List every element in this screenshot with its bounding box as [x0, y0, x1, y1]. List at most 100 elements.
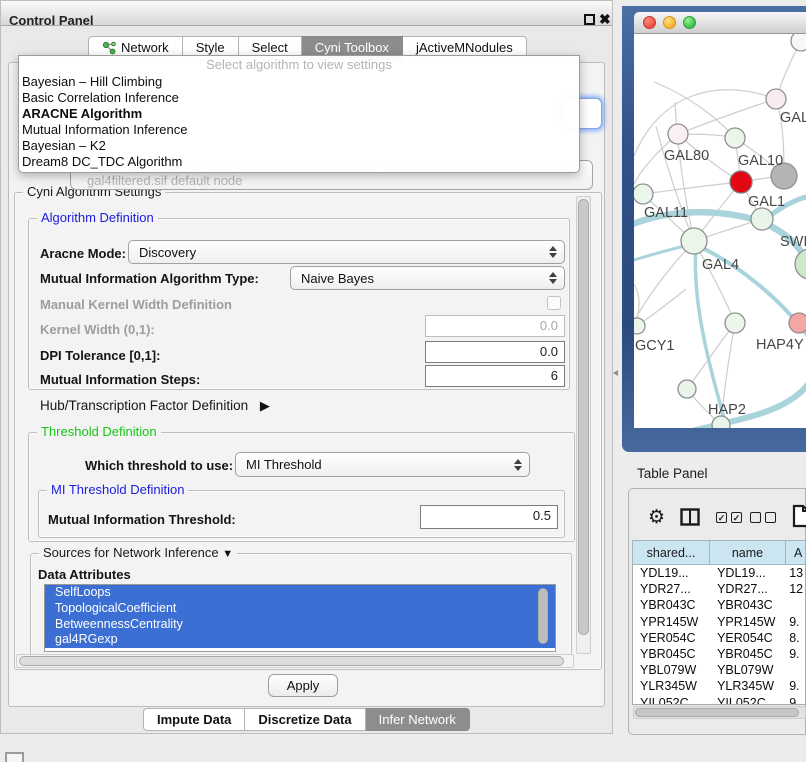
dpi-tolerance-label: DPI Tolerance [0,1]: [40, 348, 160, 363]
node-label: SWI4 [780, 234, 806, 250]
node-label: HAP4 [756, 337, 794, 353]
node[interactable] [725, 128, 745, 148]
node-table[interactable]: shared... name A YDL19...YDL19...13 YDR2… [632, 540, 806, 705]
import-table-icon[interactable] [792, 504, 806, 528]
close-icon[interactable]: ✖ [599, 11, 611, 28]
network-node-labels: GAL GAL80 GAL10 GAL1 GAL11 GAL4 SWI4 GCY… [635, 110, 806, 418]
dropdown-item[interactable]: Dream8 DC_TDC Algorithm [19, 154, 579, 170]
gear-icon[interactable]: ⚙ [648, 506, 665, 528]
mi-threshold-group-title: MI Threshold Definition [47, 482, 188, 497]
dropdown-item[interactable]: Bayesian – Hill Climbing [19, 74, 579, 90]
node-label: GAL4 [702, 257, 739, 273]
table-row[interactable]: YDR27...YDR27...12 [633, 581, 805, 597]
tab-discretize-data[interactable]: Discretize Data [245, 708, 365, 731]
settings-hscrollbar[interactable] [16, 654, 574, 668]
mi-steps-label: Mutual Information Steps: [40, 372, 200, 387]
node[interactable] [751, 208, 773, 230]
list-item[interactable]: BetweennessCentrality [45, 617, 555, 633]
network-icon [102, 41, 116, 55]
node-label: GAL11 [644, 205, 688, 221]
hub-definition-expander[interactable]: Hub/Transcription Factor Definition ▶ [40, 398, 270, 414]
aracne-mode-label: Aracne Mode: [40, 246, 126, 261]
dropdown-item[interactable]: Bayesian – K2 [19, 138, 579, 154]
kernel-width-field[interactable]: 0.0 [425, 315, 565, 337]
manual-kernel-checkbox[interactable] [547, 296, 561, 310]
algorithm-dropdown-popup: Select algorithm to view settings Bayesi… [18, 55, 580, 173]
apply-button[interactable]: Apply [268, 674, 338, 697]
tab-impute-data[interactable]: Impute Data [143, 708, 245, 731]
table-row[interactable]: YBR043CYBR043C [633, 597, 805, 613]
float-window-icon[interactable] [584, 14, 595, 25]
node[interactable] [681, 228, 707, 254]
table-row[interactable]: YER054CYER054C8. [633, 630, 805, 646]
node[interactable] [766, 89, 786, 109]
deselect-all-columns-icon[interactable] [750, 512, 776, 523]
node[interactable] [789, 313, 806, 333]
table-header-row: shared... name A [632, 540, 806, 565]
column-header[interactable]: name [710, 540, 786, 565]
mi-steps-field[interactable]: 6 [425, 365, 565, 387]
settings-vscrollbar[interactable] [576, 196, 591, 654]
column-header[interactable]: A [786, 540, 806, 565]
table-body[interactable]: YDL19...YDL19...13 YDR27...YDR27...12 YB… [632, 565, 806, 705]
table-row[interactable]: YPR145WYPR145W9. [633, 614, 805, 630]
settings-hscrollbar-thumb[interactable] [19, 656, 564, 666]
node[interactable] [791, 34, 806, 51]
sources-group-title[interactable]: Sources for Network Inference ▼ [39, 545, 237, 560]
table-hscrollbar-thumb[interactable] [635, 708, 799, 717]
node[interactable] [795, 249, 806, 279]
node-label: GAL1 [748, 194, 785, 210]
node[interactable] [678, 380, 696, 398]
aracne-mode-combo[interactable]: Discovery [128, 240, 565, 264]
bottom-tab-bar: Impute Data Discretize Data Infer Networ… [143, 708, 470, 731]
network-graph: GAL GAL80 GAL10 GAL1 GAL11 GAL4 SWI4 GCY… [634, 34, 806, 428]
which-threshold-label: Which threshold to use: [85, 458, 233, 473]
mi-threshold-field[interactable]: 0.5 [420, 505, 558, 529]
table-row[interactable]: YDL19...YDL19...13 [633, 565, 805, 581]
manual-kernel-label: Manual Kernel Width Definition [40, 297, 232, 312]
dpi-tolerance-field[interactable]: 0.0 [425, 341, 565, 363]
settings-vscrollbar-thumb[interactable] [578, 199, 589, 635]
node[interactable] [634, 184, 653, 204]
close-traffic-light-icon[interactable] [643, 16, 656, 29]
mi-type-combo[interactable]: Naive Bayes [290, 266, 565, 290]
node-label: GAL [780, 110, 806, 126]
minimized-panel-icon[interactable] [5, 752, 24, 762]
node-label: GAL10 [738, 153, 783, 169]
mi-type-label: Mutual Information Algorithm Type: [40, 271, 259, 286]
dropdown-prompt: Select algorithm to view settings [19, 56, 579, 74]
network-canvas[interactable]: GAL GAL80 GAL10 GAL1 GAL11 GAL4 SWI4 GCY… [634, 34, 806, 428]
network-edges-thick [634, 196, 806, 428]
node-selected-red[interactable] [730, 171, 752, 193]
threshold-definition-title: Threshold Definition [37, 424, 161, 439]
table-row[interactable]: YIL052CYIL052C9 [633, 695, 805, 706]
table-row[interactable]: YBL079WYBL079W [633, 662, 805, 678]
minimize-traffic-light-icon[interactable] [663, 16, 676, 29]
dropdown-item-selected[interactable]: ARACNE Algorithm [19, 106, 579, 122]
table-hscrollbar[interactable] [633, 706, 806, 719]
node[interactable] [725, 313, 745, 333]
list-item[interactable]: SelfLoops [45, 585, 555, 601]
zoom-traffic-light-icon[interactable] [683, 16, 696, 29]
dropdown-item[interactable]: Mutual Information Inference [19, 122, 579, 138]
split-columns-icon[interactable] [680, 508, 700, 526]
dropdown-item[interactable]: Basic Correlation Inference [19, 90, 579, 106]
combo-spinner-icon [514, 459, 522, 471]
node[interactable] [668, 124, 688, 144]
control-panel-title: Control Panel [9, 13, 94, 28]
table-row[interactable]: YLR345WYLR345W9. [633, 678, 805, 694]
splitter-grip-icon[interactable] [613, 370, 619, 377]
list-vscrollbar-thumb[interactable] [538, 588, 548, 644]
node[interactable] [634, 318, 645, 334]
list-item[interactable]: TopologicalCoefficient [45, 601, 555, 617]
combo-spinner-icon [549, 246, 557, 258]
network-window-titlebar[interactable] [634, 12, 806, 34]
list-item[interactable]: gal4RGexp [45, 632, 555, 648]
select-all-columns-icon[interactable]: ✓✓ [716, 512, 742, 523]
tab-infer-network[interactable]: Infer Network [366, 708, 470, 731]
data-attributes-list[interactable]: SelfLoops TopologicalCoefficient Between… [44, 584, 556, 652]
which-threshold-combo[interactable]: MI Threshold [235, 452, 530, 477]
column-header[interactable]: shared... [632, 540, 710, 565]
table-row[interactable]: YBR045CYBR045C9. [633, 646, 805, 662]
table-panel-title: Table Panel [637, 466, 708, 481]
